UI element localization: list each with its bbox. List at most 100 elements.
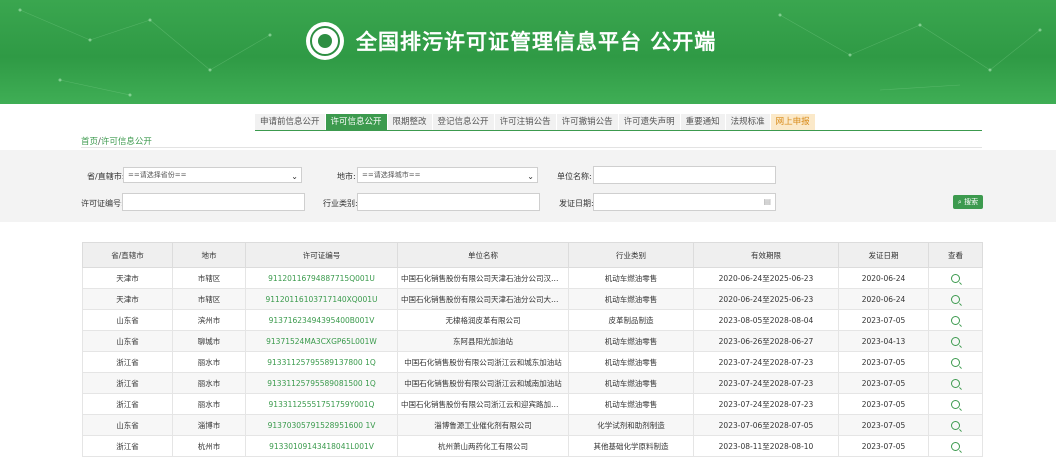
cell-unit-name: 中国石化销售股份有限公司天津石油分公司汉沽两汉路... <box>397 267 569 289</box>
cell-license-number[interactable]: 91120116103717140XQ001U <box>245 288 398 310</box>
cell-unit-name: 中国石化销售股份有限公司浙江云和城东加油站 <box>397 351 569 373</box>
cell-industry: 化学试剂和助剂制造 <box>568 414 694 436</box>
cell-unit-name: 杭州萧山两药化工有限公司 <box>397 435 569 457</box>
province-select[interactable]: ==请选择省份== ⌄ <box>123 167 302 183</box>
col-issue-date: 发证日期 <box>838 242 929 268</box>
view-details-icon[interactable] <box>951 399 960 409</box>
province-label: 省/直辖市: <box>87 172 125 181</box>
tab-regulations[interactable]: 法规标准 <box>725 114 770 130</box>
table-row: 浙江省 丽水市 91331125795589137800 1Q 中国石化销售股份有限公… <box>82 351 983 373</box>
col-validity: 有效期限 <box>693 242 839 268</box>
view-details-icon[interactable] <box>951 336 960 346</box>
calendar-icon[interactable]: ▤ <box>763 195 771 209</box>
tab-registration-info[interactable]: 登记信息公开 <box>432 114 494 130</box>
breadcrumb-home[interactable]: 首页 <box>81 137 98 147</box>
col-license-number: 许可证编号 <box>245 242 398 268</box>
cell-validity: 2023-08-11至2028-08-10 <box>693 435 839 457</box>
cell-province: 浙江省 <box>82 351 173 373</box>
cell-province: 山东省 <box>82 330 173 352</box>
view-details-icon[interactable] <box>951 315 960 325</box>
cell-city: 市辖区 <box>172 288 246 310</box>
issue-date-label: 发证日期: <box>559 199 594 208</box>
table-row: 山东省 淄博市 91370305791528951600 1V 淄博鲁源工业催化剂有限… <box>82 414 983 436</box>
city-select-value: ==请选择城市== <box>362 171 421 179</box>
table-row: 天津市 市辖区 91120116794887715Q001U 中国石化销售股份有限公司… <box>82 267 983 289</box>
cell-license-number[interactable]: 91330109143418041L001V <box>245 435 398 457</box>
tab-notices[interactable]: 重要通知 <box>680 114 725 130</box>
license-number-input[interactable] <box>122 193 305 211</box>
col-industry: 行业类别 <box>568 242 694 268</box>
unit-name-label: 单位名称: <box>557 172 592 181</box>
cell-license-number[interactable]: 91331125795589081500 1Q <box>245 372 398 394</box>
cell-city: 丽水市 <box>172 351 246 373</box>
logo-emblem-icon <box>310 26 340 56</box>
cell-view <box>928 435 983 457</box>
cell-view <box>928 330 983 352</box>
license-number-label: 许可证编号: <box>81 199 124 208</box>
cell-province: 天津市 <box>82 288 173 310</box>
main-nav: 申请前信息公开 许可信息公开 限期整改 登记信息公开 许可注销公告 许可撤销公告… <box>255 114 816 130</box>
table-row: 浙江省 杭州市 91330109143418041L001V 杭州萧山两药化工有限公司… <box>82 435 983 457</box>
view-details-icon[interactable] <box>951 378 960 388</box>
tab-pre-application[interactable]: 申请前信息公开 <box>255 114 325 130</box>
unit-name-input[interactable] <box>593 166 776 184</box>
city-label: 地市: <box>337 172 356 181</box>
table-header-row: 省/直辖市 地市 许可证编号 单位名称 行业类别 有效期限 发证日期 查看 <box>82 242 983 268</box>
col-province: 省/直辖市 <box>82 242 173 268</box>
search-button-label: 搜索 <box>964 198 979 206</box>
tab-loss-statement[interactable]: 许可遗失声明 <box>618 114 680 130</box>
cell-city: 聊城市 <box>172 330 246 352</box>
tab-rectification[interactable]: 限期整改 <box>387 114 432 130</box>
cell-issue-date: 2023-07-05 <box>838 414 929 436</box>
view-details-icon[interactable] <box>951 294 960 304</box>
cell-view <box>928 309 983 331</box>
cell-validity: 2023-07-24至2028-07-23 <box>693 372 839 394</box>
cell-industry: 皮革制品制造 <box>568 309 694 331</box>
cell-issue-date: 2023-07-05 <box>838 351 929 373</box>
issue-date-input[interactable]: ▤ <box>593 193 776 211</box>
cell-license-number[interactable]: 91370305791528951600 1V <box>245 414 398 436</box>
city-select[interactable]: ==请选择城市== ⌄ <box>357 167 538 183</box>
table-row: 天津市 市辖区 91120116103717140XQ001U 中国石化销售股份有限公… <box>82 288 983 310</box>
tab-cancellation[interactable]: 许可注销公告 <box>494 114 556 130</box>
cell-city: 丽水市 <box>172 393 246 415</box>
license-table: 省/直辖市 地市 许可证编号 单位名称 行业类别 有效期限 发证日期 查看 天津… <box>82 242 983 457</box>
cell-license-number[interactable]: 91331125795589137800 1Q <box>245 351 398 373</box>
cell-view <box>928 393 983 415</box>
view-details-icon[interactable] <box>951 420 960 430</box>
view-details-icon[interactable] <box>951 273 960 283</box>
tab-revocation[interactable]: 许可撤销公告 <box>556 114 618 130</box>
view-details-icon[interactable] <box>951 441 960 451</box>
cell-issue-date: 2020-06-24 <box>838 267 929 289</box>
view-details-icon[interactable] <box>951 357 960 367</box>
cell-validity: 2023-07-24至2028-07-23 <box>693 393 839 415</box>
tab-online-declaration[interactable]: 网上申报 <box>770 114 815 130</box>
cell-view <box>928 414 983 436</box>
breadcrumb-current[interactable]: 许可信息公开 <box>101 137 152 147</box>
table-row: 山东省 滨州市 91371623494395400B001V 无棣格润皮革有限公司 皮革… <box>82 309 983 331</box>
cell-license-number[interactable]: 91371524MA3CXGP65L001W <box>245 330 398 352</box>
cell-unit-name: 中国石化销售股份有限公司浙江云和迎宾路加油站 <box>397 393 569 415</box>
table-row: 山东省 聊城市 91371524MA3CXGP65L001W 东阿县阳光加油站 机动车燃… <box>82 330 983 352</box>
cell-license-number[interactable]: 91120116794887715Q001U <box>245 267 398 289</box>
cell-license-number[interactable]: 91371623494395400B001V <box>245 309 398 331</box>
cell-view <box>928 351 983 373</box>
cell-issue-date: 2023-07-05 <box>838 372 929 394</box>
cell-unit-name: 淄博鲁源工业催化剂有限公司 <box>397 414 569 436</box>
cell-issue-date: 2023-07-05 <box>838 309 929 331</box>
cell-license-number[interactable]: 91331125551751759Y001Q <box>245 393 398 415</box>
cell-validity: 2023-07-06至2028-07-05 <box>693 414 839 436</box>
header-banner: 全国排污许可证管理信息平台 公开端 <box>0 0 1056 104</box>
tab-license-info[interactable]: 许可信息公开 <box>325 114 387 130</box>
cell-issue-date: 2020-06-24 <box>838 288 929 310</box>
cell-industry: 机动车燃油零售 <box>568 330 694 352</box>
search-button[interactable]: ⌕ 搜索 <box>953 195 983 209</box>
industry-input[interactable] <box>357 193 540 211</box>
cell-province: 山东省 <box>82 309 173 331</box>
search-icon: ⌕ <box>957 198 962 206</box>
cell-validity: 2023-08-05至2028-08-04 <box>693 309 839 331</box>
cell-province: 浙江省 <box>82 372 173 394</box>
breadcrumb: 首页/许可信息公开 <box>81 135 152 147</box>
cell-unit-name: 中国石化销售股份有限公司天津石油分公司大港津港路... <box>397 288 569 310</box>
cell-issue-date: 2023-07-05 <box>838 435 929 457</box>
